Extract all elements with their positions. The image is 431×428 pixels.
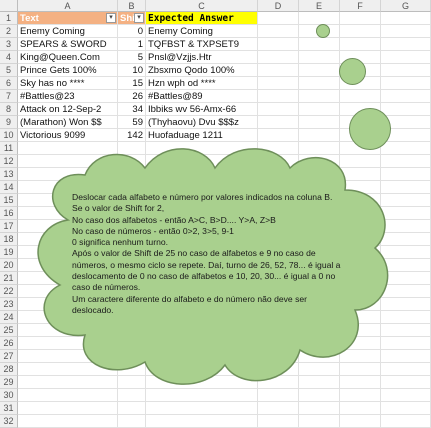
cloud-callout-text: Deslocar cada alfabeto e número por valo…: [72, 192, 342, 316]
note-line: Após o valor de Shift de 25 no caso de a…: [72, 248, 341, 293]
note-line: No caso dos alfabetos - então A>C, B>D..…: [72, 214, 276, 225]
note-line: Um caractere diferente do alfabeto e do …: [72, 293, 308, 315]
note-line: Deslocar cada alfabeto e número por valo…: [72, 192, 333, 202]
note-line: No caso de números - então 0>2, 3>5, 9-1: [72, 225, 234, 236]
note-line: Se o valor de Shift for 2,: [72, 203, 165, 214]
note-line: 0 significa nenhum turno.: [72, 237, 169, 248]
spreadsheet: ABCDEFG 1 2 3 4 5 6 7 8 9 10 11 12 13 14 15 16 17 18 19 20 2…: [0, 0, 431, 428]
